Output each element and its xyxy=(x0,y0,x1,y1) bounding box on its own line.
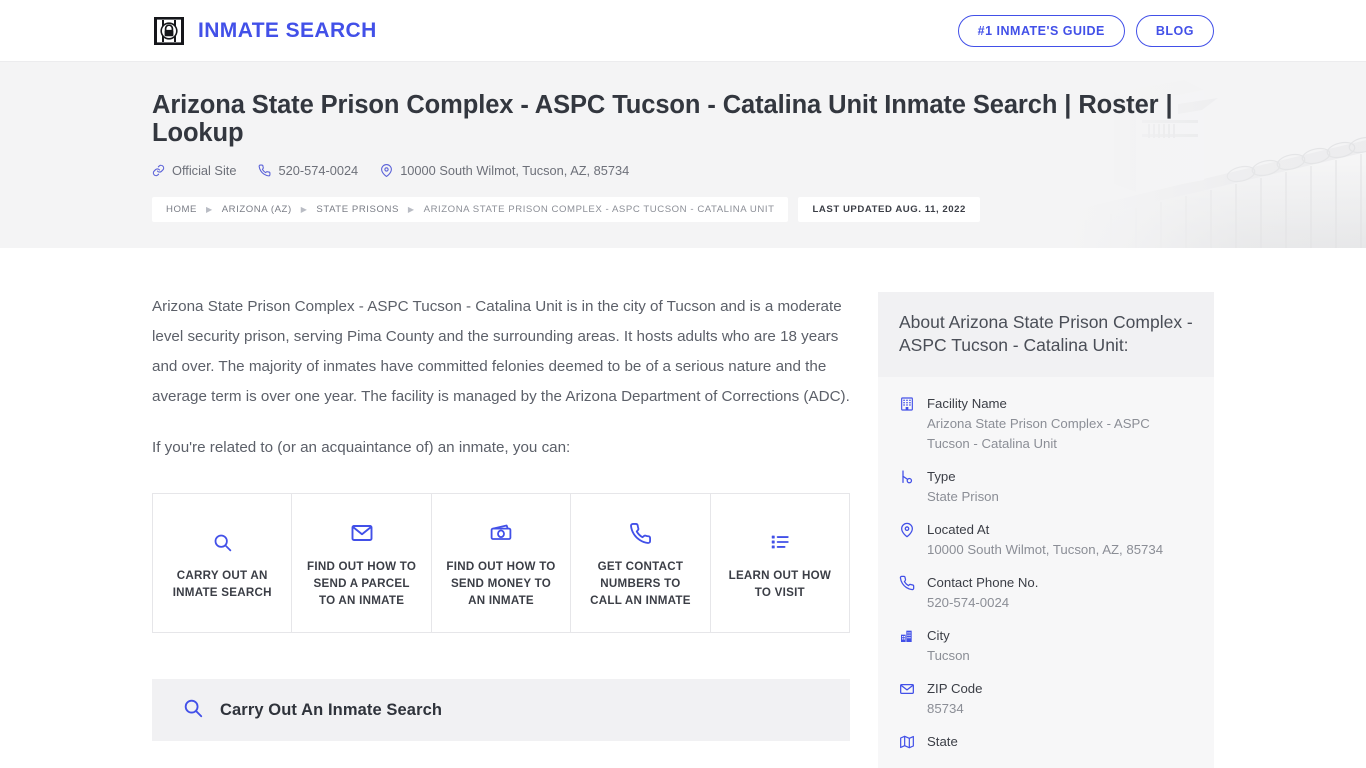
fact-type: Type State Prison xyxy=(899,467,1193,507)
breadcrumb-item-home[interactable]: HOME xyxy=(166,204,197,215)
breadcrumb: HOME ▶ ARIZONA (AZ) ▶ STATE PRISONS ▶ AR… xyxy=(152,197,789,222)
inmate-search-section-header[interactable]: Carry Out An Inmate Search xyxy=(152,679,850,741)
link-icon xyxy=(152,164,165,177)
hero-phone[interactable]: 520-574-0024 xyxy=(258,163,358,178)
fact-key: City xyxy=(927,628,950,643)
action-label: GET CONTACT NUMBERS TO CALL AN INMATE xyxy=(590,560,691,607)
fact-located-at: Located At 10000 South Wilmot, Tucson, A… xyxy=(899,520,1193,560)
action-send-parcel[interactable]: FIND OUT HOW TO SEND A PARCEL TO AN INMA… xyxy=(292,494,432,632)
fact-value: 10000 South Wilmot, Tucson, AZ, 85734 xyxy=(927,542,1164,557)
official-site-link[interactable]: Official Site xyxy=(152,163,236,178)
map-pin-icon xyxy=(899,520,917,560)
action-label: LEARN OUT HOW TO VISIT xyxy=(728,569,832,599)
envelope-icon xyxy=(899,679,917,719)
about-facility-card: About Arizona State Prison Complex - ASP… xyxy=(878,292,1214,768)
map-pin-icon xyxy=(380,164,393,177)
fact-value: 520-574-0024 xyxy=(927,595,1010,610)
fact-key: Facility Name xyxy=(927,396,1007,411)
action-contact-numbers[interactable]: GET CONTACT NUMBERS TO CALL AN INMATE xyxy=(571,494,711,632)
inmates-guide-button[interactable]: #1 INMATE'S GUIDE xyxy=(957,14,1125,47)
fact-key: Contact Phone No. xyxy=(927,575,1039,590)
breadcrumb-row: HOME ▶ ARIZONA (AZ) ▶ STATE PRISONS ▶ AR… xyxy=(152,197,1214,222)
action-grid: CARRY OUT AN INMATE SEARCH FIND OUT HOW … xyxy=(152,493,850,633)
breadcrumb-item-current: ARIZONA STATE PRISON COMPLEX - ASPC TUCS… xyxy=(423,204,775,215)
fact-zip-code: ZIP Code 85734 xyxy=(899,679,1193,719)
lead-in-paragraph: If you're related to (or an acquaintance… xyxy=(152,439,571,456)
about-card-body: Facility Name Arizona State Prison Compl… xyxy=(878,377,1214,768)
page-content: Arizona State Prison Complex - ASPC Tucs… xyxy=(0,248,1366,768)
fact-key: Type xyxy=(927,469,956,484)
fact-key: ZIP Code xyxy=(927,681,983,696)
brand-name: INMATE SEARCH xyxy=(198,18,377,42)
type-key-icon xyxy=(899,467,917,507)
sidebar-column: About Arizona State Prison Complex - ASP… xyxy=(878,292,1214,768)
fact-contact-phone: Contact Phone No. 520-574-0024 xyxy=(899,573,1193,613)
list-icon xyxy=(769,529,791,555)
about-card-title: About Arizona State Prison Complex - ASP… xyxy=(899,312,1193,355)
hero-section: Arizona State Prison Complex - ASPC Tucs… xyxy=(0,61,1366,248)
fact-value: Arizona State Prison Complex - ASPC Tucs… xyxy=(927,416,1150,451)
hero-meta-row: Official Site 520-574-0024 10000 South W… xyxy=(152,163,1214,178)
chevron-right-icon: ▶ xyxy=(300,205,308,214)
phone-icon xyxy=(629,520,652,546)
search-icon xyxy=(212,529,233,555)
breadcrumb-item-state-prisons[interactable]: STATE PRISONS xyxy=(316,204,399,215)
action-label: CARRY OUT AN INMATE SEARCH xyxy=(172,569,272,599)
search-icon xyxy=(182,697,204,724)
fact-facility-name: Facility Name Arizona State Prison Compl… xyxy=(899,394,1193,454)
envelope-icon xyxy=(350,520,374,546)
fact-state: State xyxy=(899,732,1193,755)
chevron-right-icon: ▶ xyxy=(407,205,415,214)
action-label: FIND OUT HOW TO SEND MONEY TO AN INMATE xyxy=(446,560,556,607)
action-inmate-search[interactable]: CARRY OUT AN INMATE SEARCH xyxy=(153,494,293,632)
search-section-title: Carry Out An Inmate Search xyxy=(220,700,443,719)
top-navigation-bar: INMATE SEARCH #1 INMATE'S GUIDE BLOG xyxy=(0,0,1366,61)
page-title: Arizona State Prison Complex - ASPC Tucs… xyxy=(152,91,1173,147)
brand-logo-link[interactable]: INMATE SEARCH xyxy=(152,14,377,48)
action-learn-visit[interactable]: LEARN OUT HOW TO VISIT xyxy=(711,494,849,632)
fact-value: State Prison xyxy=(927,489,999,504)
fact-city: City Tucson xyxy=(899,626,1193,666)
about-card-header: About Arizona State Prison Complex - ASP… xyxy=(878,292,1214,377)
fact-key: Located At xyxy=(927,522,990,537)
prison-bars-lock-icon xyxy=(152,14,186,48)
hero-address-label: 10000 South Wilmot, Tucson, AZ, 85734 xyxy=(400,163,630,178)
official-site-label: Official Site xyxy=(172,163,237,178)
last-updated-badge: LAST UPDATED AUG. 11, 2022 xyxy=(798,197,980,222)
fact-value: Tucson xyxy=(927,648,970,663)
hero-phone-label: 520-574-0024 xyxy=(278,163,359,178)
money-icon xyxy=(489,520,513,546)
building-icon xyxy=(899,394,917,454)
breadcrumb-item-arizona[interactable]: ARIZONA (AZ) xyxy=(222,204,292,215)
action-label: FIND OUT HOW TO SEND A PARCEL TO AN INMA… xyxy=(307,560,417,607)
nav-actions: #1 INMATE'S GUIDE BLOG xyxy=(957,14,1214,47)
map-icon xyxy=(899,732,917,755)
fact-value: 85734 xyxy=(927,701,964,716)
hero-address[interactable]: 10000 South Wilmot, Tucson, AZ, 85734 xyxy=(380,163,629,178)
chevron-right-icon: ▶ xyxy=(205,205,213,214)
action-send-money[interactable]: FIND OUT HOW TO SEND MONEY TO AN INMATE xyxy=(432,494,572,632)
fact-key: State xyxy=(927,734,958,749)
phone-icon xyxy=(899,573,917,613)
blog-button[interactable]: BLOG xyxy=(1135,14,1214,47)
phone-icon xyxy=(258,164,271,177)
city-icon xyxy=(899,626,917,666)
intro-paragraph: Arizona State Prison Complex - ASPC Tucs… xyxy=(152,298,850,405)
main-column: Arizona State Prison Complex - ASPC Tucs… xyxy=(152,292,850,741)
